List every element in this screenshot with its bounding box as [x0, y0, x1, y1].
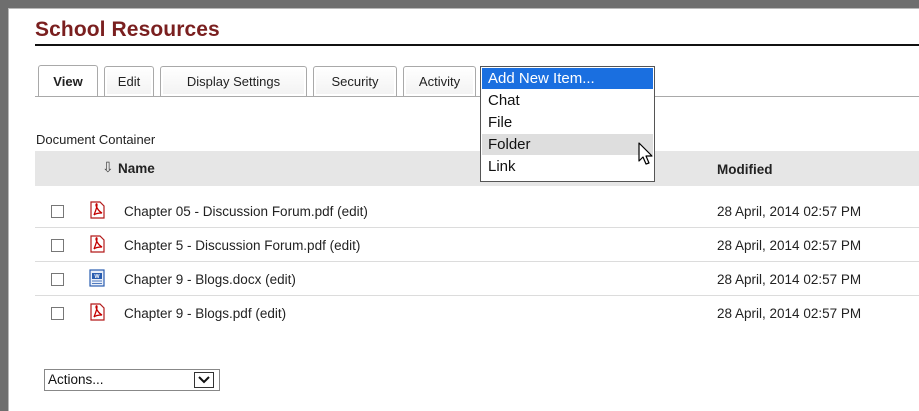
tab-display-settings[interactable]: Display Settings [160, 66, 307, 96]
tab-security[interactable]: Security [313, 66, 397, 96]
menu-item-chat[interactable]: Chat [482, 90, 653, 111]
row-checkbox[interactable] [51, 273, 64, 286]
chevron-down-icon[interactable] [194, 372, 214, 388]
file-name-link[interactable]: Chapter 5 - Discussion Forum.pdf (edit) [124, 238, 360, 253]
menu-item-file[interactable]: File [482, 112, 653, 133]
tab-edit[interactable]: Edit [104, 66, 154, 96]
menu-item-link[interactable]: Link [482, 156, 653, 177]
menu-item-folder[interactable]: Folder [482, 134, 653, 155]
table-header [35, 151, 919, 186]
file-modified: 28 April, 2014 02:57 PM [717, 306, 862, 321]
tab-view[interactable]: View [38, 65, 98, 97]
table-row: Chapter 9 - Blogs.pdf (edit) 28 April, 2… [35, 296, 919, 330]
file-modified: 28 April, 2014 02:57 PM [717, 272, 862, 287]
tab-activity[interactable]: Activity [403, 66, 476, 96]
column-header-name[interactable]: Name [118, 161, 155, 176]
table-row: Chapter 05 - Discussion Forum.pdf (edit)… [35, 194, 919, 228]
mouse-cursor-icon [638, 142, 653, 165]
pdf-icon [90, 303, 105, 321]
file-modified: 28 April, 2014 02:57 PM [717, 238, 862, 253]
table-row: W Chapter 9 - Blogs.docx (edit) 28 April… [35, 262, 919, 296]
actions-select-value: Actions... [48, 372, 104, 387]
tabs-divider [35, 96, 919, 97]
page-title: School Resources [35, 18, 220, 41]
add-new-item-menu: Add New Item... Chat File Folder Link [480, 66, 655, 182]
file-name-link[interactable]: Chapter 9 - Blogs.pdf (edit) [124, 306, 286, 321]
pdf-icon [90, 235, 105, 253]
title-divider [35, 44, 919, 46]
row-checkbox[interactable] [51, 239, 64, 252]
word-doc-icon: W [89, 269, 105, 287]
sort-arrow-icon[interactable]: ⇩ [102, 159, 114, 176]
pdf-icon [90, 201, 105, 219]
row-checkbox[interactable] [51, 205, 64, 218]
file-modified: 28 April, 2014 02:57 PM [717, 204, 862, 219]
svg-text:W: W [94, 274, 100, 280]
column-header-modified[interactable]: Modified [717, 162, 773, 177]
actions-select[interactable]: Actions... [44, 369, 220, 391]
table-row: Chapter 5 - Discussion Forum.pdf (edit) … [35, 228, 919, 262]
file-name-link[interactable]: Chapter 05 - Discussion Forum.pdf (edit) [124, 204, 368, 219]
container-label: Document Container [36, 132, 156, 147]
menu-item-add-new-item[interactable]: Add New Item... [482, 68, 653, 89]
file-name-link[interactable]: Chapter 9 - Blogs.docx (edit) [124, 272, 296, 287]
row-checkbox[interactable] [51, 307, 64, 320]
